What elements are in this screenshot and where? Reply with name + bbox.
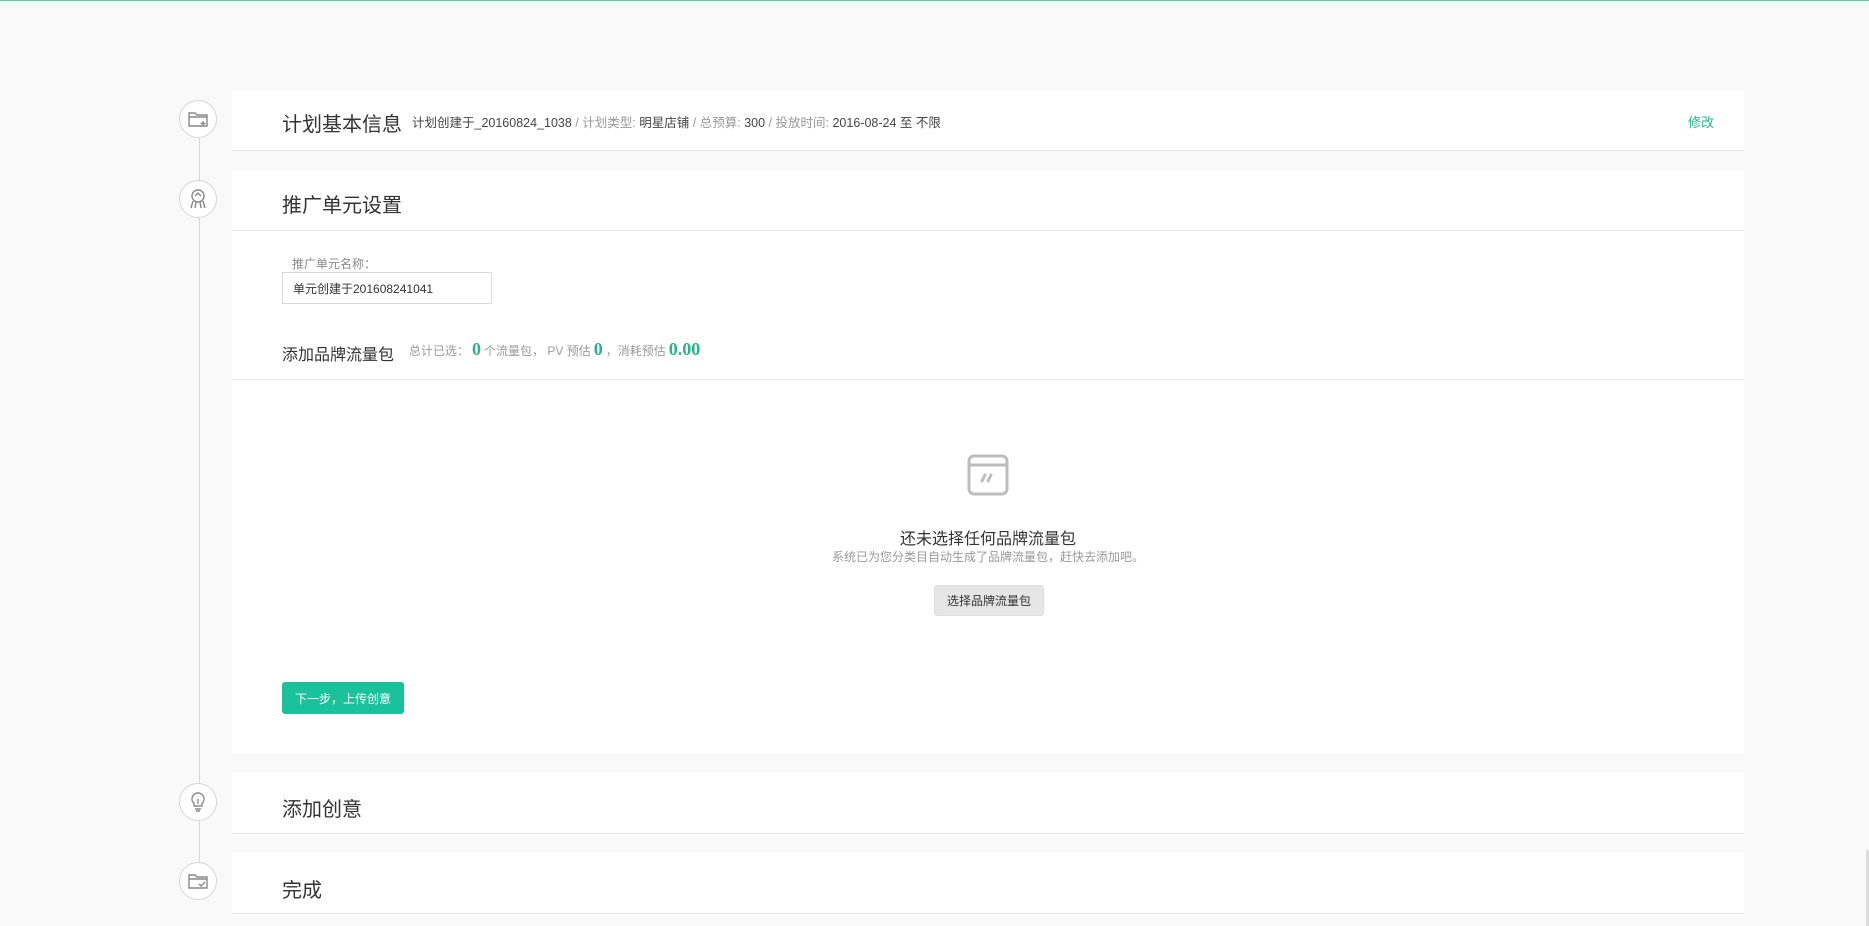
plan-info-card: 计划基本信息 计划创建于_20160824_1038 / 计划类型: 明星店铺 …	[232, 90, 1744, 151]
unit-name-label: 推广单元名称：	[292, 257, 377, 271]
empty-state-subtitle: 系统已为您分类目自动生成了品牌流量包，赶快去添加吧。	[831, 550, 1144, 564]
plan-budget-label: 总预算:	[699, 116, 741, 130]
unit-settings-title: 推广单元设置	[282, 195, 402, 217]
unit-settings-icon	[190, 189, 206, 209]
unit-name-input[interactable]	[282, 272, 492, 304]
divider	[232, 230, 1744, 231]
step-plan-info-marker	[179, 100, 217, 138]
plan-time-value: 2016-08-24 至 不限	[832, 116, 941, 130]
plan-created: 计划创建于_20160824_1038	[412, 116, 572, 130]
timeline-connector	[199, 138, 200, 880]
folder-check-icon	[188, 874, 208, 889]
edit-plan-link[interactable]: 修改	[1688, 112, 1714, 131]
unit-settings-card: 推广单元设置 推广单元名称： 添加品牌流量包 总计已选：0个流量包， PV 预估…	[232, 171, 1744, 754]
pv-estimate: 0	[593, 339, 603, 359]
plan-info-meta: 计划创建于_20160824_1038 / 计划类型: 明星店铺 / 总预算: …	[412, 116, 941, 130]
empty-state-title: 还未选择任何品牌流量包	[899, 531, 1076, 548]
empty-package-icon	[967, 454, 1009, 496]
complete-card: 完成	[232, 853, 1744, 914]
plan-info-title: 计划基本信息	[282, 114, 402, 136]
next-step-button[interactable]: 下一步，上传创意	[282, 682, 404, 714]
step-add-creative-marker	[179, 783, 217, 821]
plan-type-label: 计划类型:	[582, 116, 636, 130]
choose-package-button[interactable]: 选择品牌流量包	[934, 585, 1044, 616]
add-creative-card: 添加创意	[232, 773, 1744, 834]
folder-add-icon	[188, 112, 208, 127]
add-package-title: 添加品牌流量包	[282, 347, 395, 364]
package-summary: 总计已选： 0 个流量包， PV 预估 0 ，消耗预估 0.00	[409, 339, 701, 359]
complete-title: 完成	[282, 880, 322, 902]
step-unit-settings-marker	[179, 180, 217, 218]
cost-estimate: 0.00	[668, 339, 701, 359]
lightbulb-icon	[191, 792, 205, 812]
step-complete-marker	[179, 862, 217, 900]
selected-count: 0	[472, 339, 482, 359]
add-creative-title: 添加创意	[282, 799, 362, 821]
plan-time-label: 投放时间:	[775, 116, 829, 130]
plan-budget-value: 300	[744, 116, 766, 130]
top-accent-line	[0, 0, 1869, 1]
plan-type-value: 明星店铺	[639, 116, 690, 130]
divider	[232, 379, 1744, 380]
